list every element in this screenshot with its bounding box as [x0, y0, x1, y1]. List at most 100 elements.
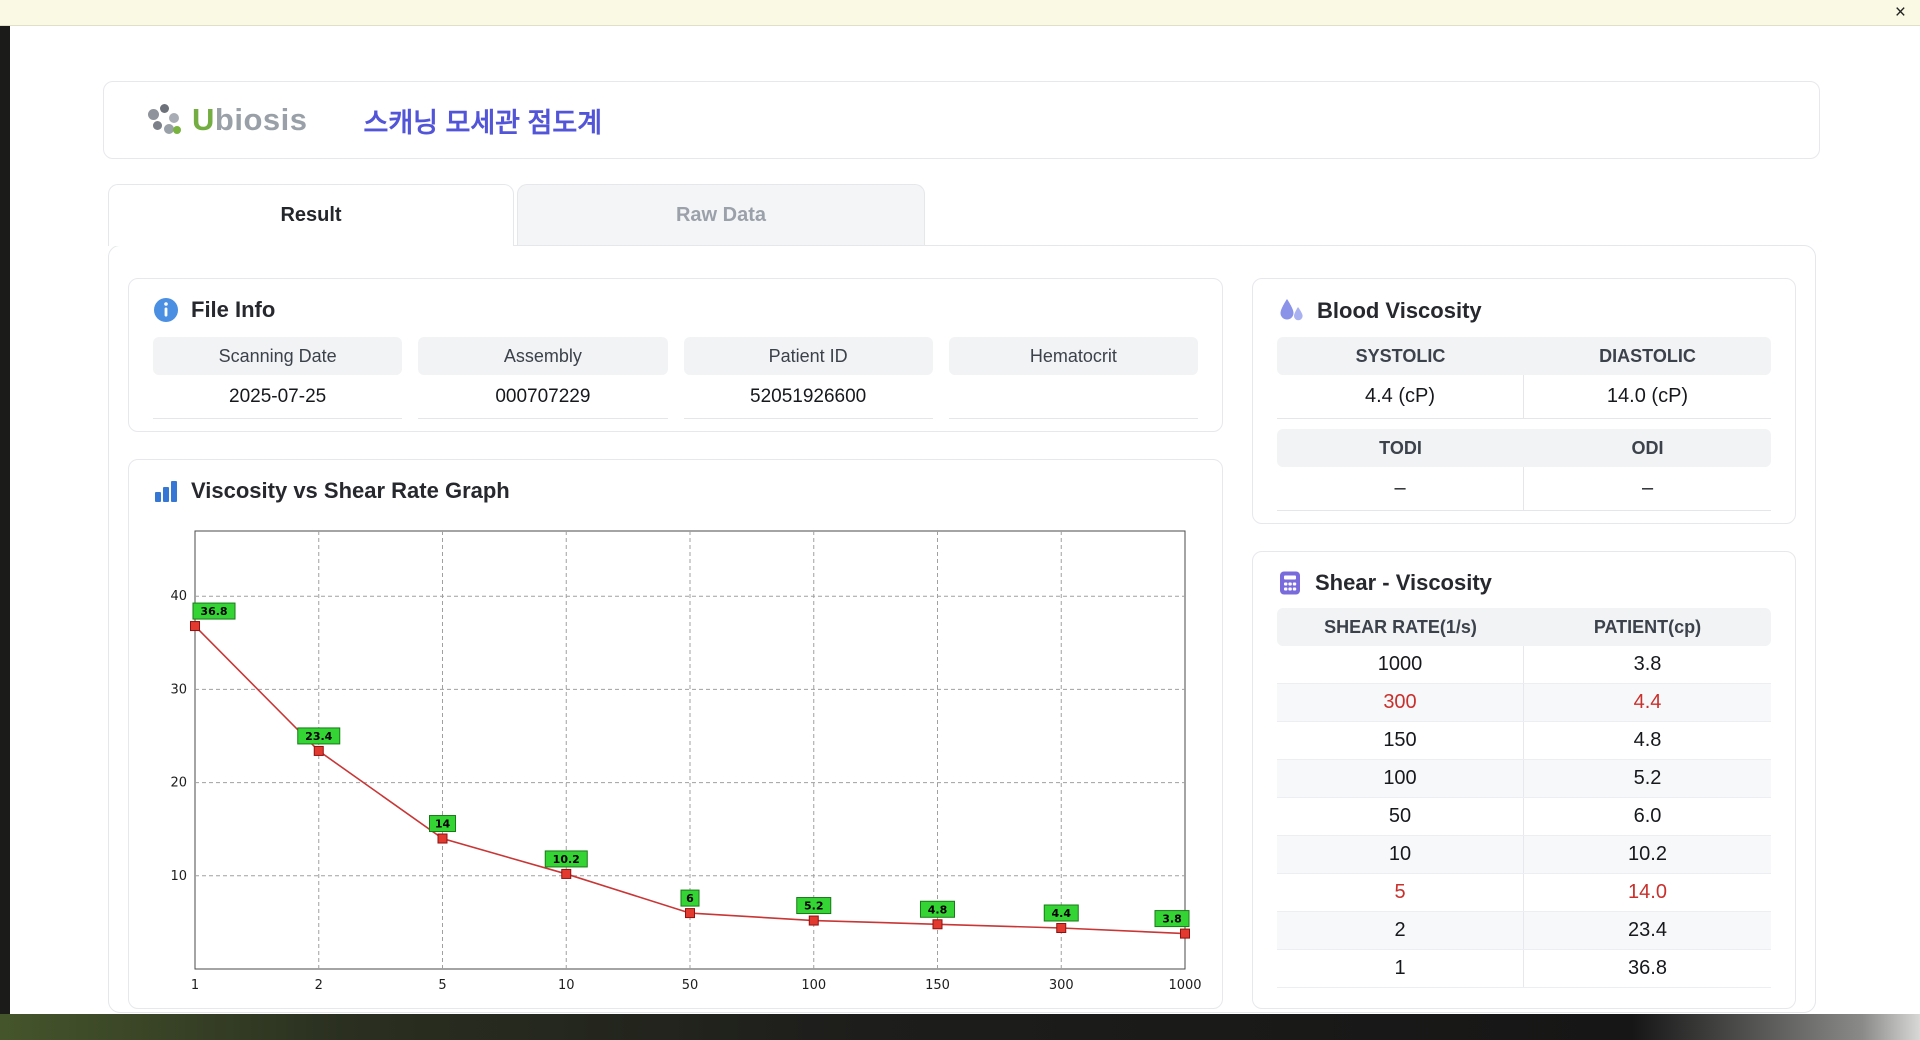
shear-viscosity-card: Shear - Viscosity SHEAR RATE(1/s) PATIEN…: [1252, 551, 1796, 1009]
calculator-icon: [1277, 570, 1303, 596]
viscosity-graph-card: Viscosity vs Shear Rate Graph 10 20 30 40 1 2…: [128, 459, 1223, 1009]
shear-rate-cell: 10: [1277, 836, 1524, 873]
svg-text:14: 14: [435, 818, 451, 831]
logo-dots-icon: [146, 102, 182, 138]
diastolic-value: 14.0 (cP): [1524, 375, 1771, 419]
table-row: 1000 3.8: [1277, 646, 1771, 684]
brand-initial: U: [192, 102, 215, 137]
graph-title: Viscosity vs Shear Rate Graph: [191, 478, 510, 503]
diastolic-header: DIASTOLIC: [1524, 337, 1771, 375]
svg-text:4.8: 4.8: [928, 903, 948, 916]
page-title: 스캐닝 모세관 점도계: [363, 107, 603, 138]
close-icon[interactable]: ×: [1895, 1, 1906, 25]
svg-text:10: 10: [558, 978, 575, 993]
svg-text:3.8: 3.8: [1162, 913, 1182, 926]
field-value: 000707229: [418, 375, 668, 419]
header-card: Ubiosis 스캐닝 모세관 점도계: [103, 81, 1820, 159]
patient-cell: 4.8: [1633, 729, 1662, 751]
shear-rate-cell: 150: [1277, 722, 1524, 759]
table-row: 10 10.2: [1277, 836, 1771, 874]
todi-odi-row: TODI ODI – –: [1277, 429, 1771, 511]
svg-text:50: 50: [682, 978, 699, 993]
svg-text:150: 150: [925, 978, 950, 993]
droplet-icon: [1277, 297, 1305, 325]
patient-cell: 6.0: [1633, 805, 1662, 827]
field-scanning-date: Scanning Date 2025-07-25: [153, 337, 403, 419]
svg-text:5.2: 5.2: [804, 900, 824, 913]
patient-cell: 36.8: [1628, 957, 1667, 979]
svg-text:4.4: 4.4: [1052, 907, 1072, 920]
info-icon: [153, 297, 179, 323]
patient-cell: 3.8: [1633, 653, 1662, 675]
svg-text:10: 10: [170, 869, 187, 884]
tab-raw-data[interactable]: Raw Data: [517, 184, 925, 245]
shear-rate-cell: 2: [1277, 912, 1524, 949]
table-row: 5 14.0: [1277, 874, 1771, 912]
todi-value: –: [1277, 467, 1524, 511]
patient-cell: 14.0: [1628, 881, 1667, 903]
svg-text:23.4: 23.4: [305, 730, 332, 743]
shear-viscosity-table: SHEAR RATE(1/s) PATIENT(cp) 1000 3.8 300…: [1277, 608, 1771, 988]
patient-cell: 23.4: [1628, 919, 1667, 941]
blood-viscosity-card: Blood Viscosity SYSTOLIC DIASTOLIC 4.4 (…: [1252, 278, 1796, 524]
ubiosis-logo: Ubiosis: [146, 102, 307, 138]
patient-cell: 5.2: [1633, 767, 1662, 789]
svg-text:5: 5: [438, 978, 446, 993]
bar-chart-icon: [153, 478, 179, 504]
table-row: 2 23.4: [1277, 912, 1771, 950]
table-row: 100 5.2: [1277, 760, 1771, 798]
svg-text:20: 20: [170, 776, 187, 791]
field-patient-id: Patient ID 52051926600: [683, 337, 933, 419]
patient-column-header: PATIENT(cp): [1593, 616, 1702, 637]
app-window: Ubiosis 스캐닝 모세관 점도계 Result Raw Data File…: [10, 26, 1920, 1014]
file-info-card: File Info Scanning Date 2025-07-25 Assem…: [128, 278, 1223, 432]
table-row: 1 36.8: [1277, 950, 1771, 988]
svg-text:1: 1: [191, 978, 199, 993]
svg-text:300: 300: [1049, 978, 1074, 993]
shear-viscosity-title: Shear - Viscosity: [1315, 570, 1492, 595]
window-titlebar: ×: [0, 0, 1920, 26]
file-info-title: File Info: [191, 297, 276, 322]
desktop-background: [0, 1014, 1920, 1040]
odi-header: ODI: [1524, 429, 1771, 467]
shear-rate-cell: 5: [1277, 874, 1524, 911]
blood-viscosity-title: Blood Viscosity: [1317, 298, 1482, 323]
systolic-value: 4.4 (cP): [1277, 375, 1524, 419]
tab-result[interactable]: Result: [108, 184, 514, 246]
table-row: 150 4.8: [1277, 722, 1771, 760]
svg-text:6: 6: [686, 892, 694, 905]
shear-table-body: 1000 3.8 300 4.4 150 4.8 100 5.2 50 6.0 …: [1277, 646, 1771, 988]
svg-text:40: 40: [170, 589, 187, 604]
file-info-fields: Scanning Date 2025-07-25 Assembly 000707…: [129, 323, 1222, 419]
brand-name: Ubiosis: [192, 102, 307, 138]
svg-text:30: 30: [170, 682, 187, 697]
brand-rest: biosis: [214, 102, 308, 137]
field-value: 52051926600: [683, 375, 933, 419]
svg-text:10.2: 10.2: [553, 853, 580, 866]
shear-table-header: SHEAR RATE(1/s) PATIENT(cp): [1277, 608, 1771, 646]
field-label: Patient ID: [683, 337, 933, 375]
svg-text:36.8: 36.8: [200, 605, 227, 618]
systolic-diastolic-header-row: SYSTOLIC DIASTOLIC 4.4 (cP) 14.0 (cP): [1277, 337, 1771, 419]
table-row: 300 4.4: [1277, 684, 1771, 722]
field-value: 2025-07-25: [153, 375, 403, 419]
table-row: 50 6.0: [1277, 798, 1771, 836]
shear-rate-cell: 1000: [1277, 646, 1524, 683]
shear-rate-column-header: SHEAR RATE(1/s): [1324, 616, 1477, 637]
field-hematocrit: Hematocrit: [948, 337, 1198, 419]
patient-cell: 10.2: [1628, 843, 1667, 865]
field-label: Assembly: [418, 337, 668, 375]
field-value: [948, 375, 1198, 419]
field-label: Hematocrit: [948, 337, 1198, 375]
shear-rate-cell: 100: [1277, 760, 1524, 797]
patient-cell: 4.4: [1633, 691, 1662, 713]
field-assembly: Assembly 000707229: [418, 337, 668, 419]
shear-rate-cell: 1: [1277, 950, 1524, 987]
main-panel: File Info Scanning Date 2025-07-25 Assem…: [108, 245, 1816, 1013]
svg-text:1000: 1000: [1168, 978, 1201, 993]
shear-rate-cell: 50: [1277, 798, 1524, 835]
systolic-header: SYSTOLIC: [1277, 337, 1524, 375]
viscosity-chart: 10 20 30 40 1 2 5 10 50 100 150 300 1000 36.8 23.4 14 10…: [149, 524, 1219, 1004]
svg-text:100: 100: [801, 978, 826, 993]
chart-svg: 10 20 30 40 1 2 5 10 50 100 150 300 1000 36.8 23.4 14 10…: [170, 530, 1202, 993]
